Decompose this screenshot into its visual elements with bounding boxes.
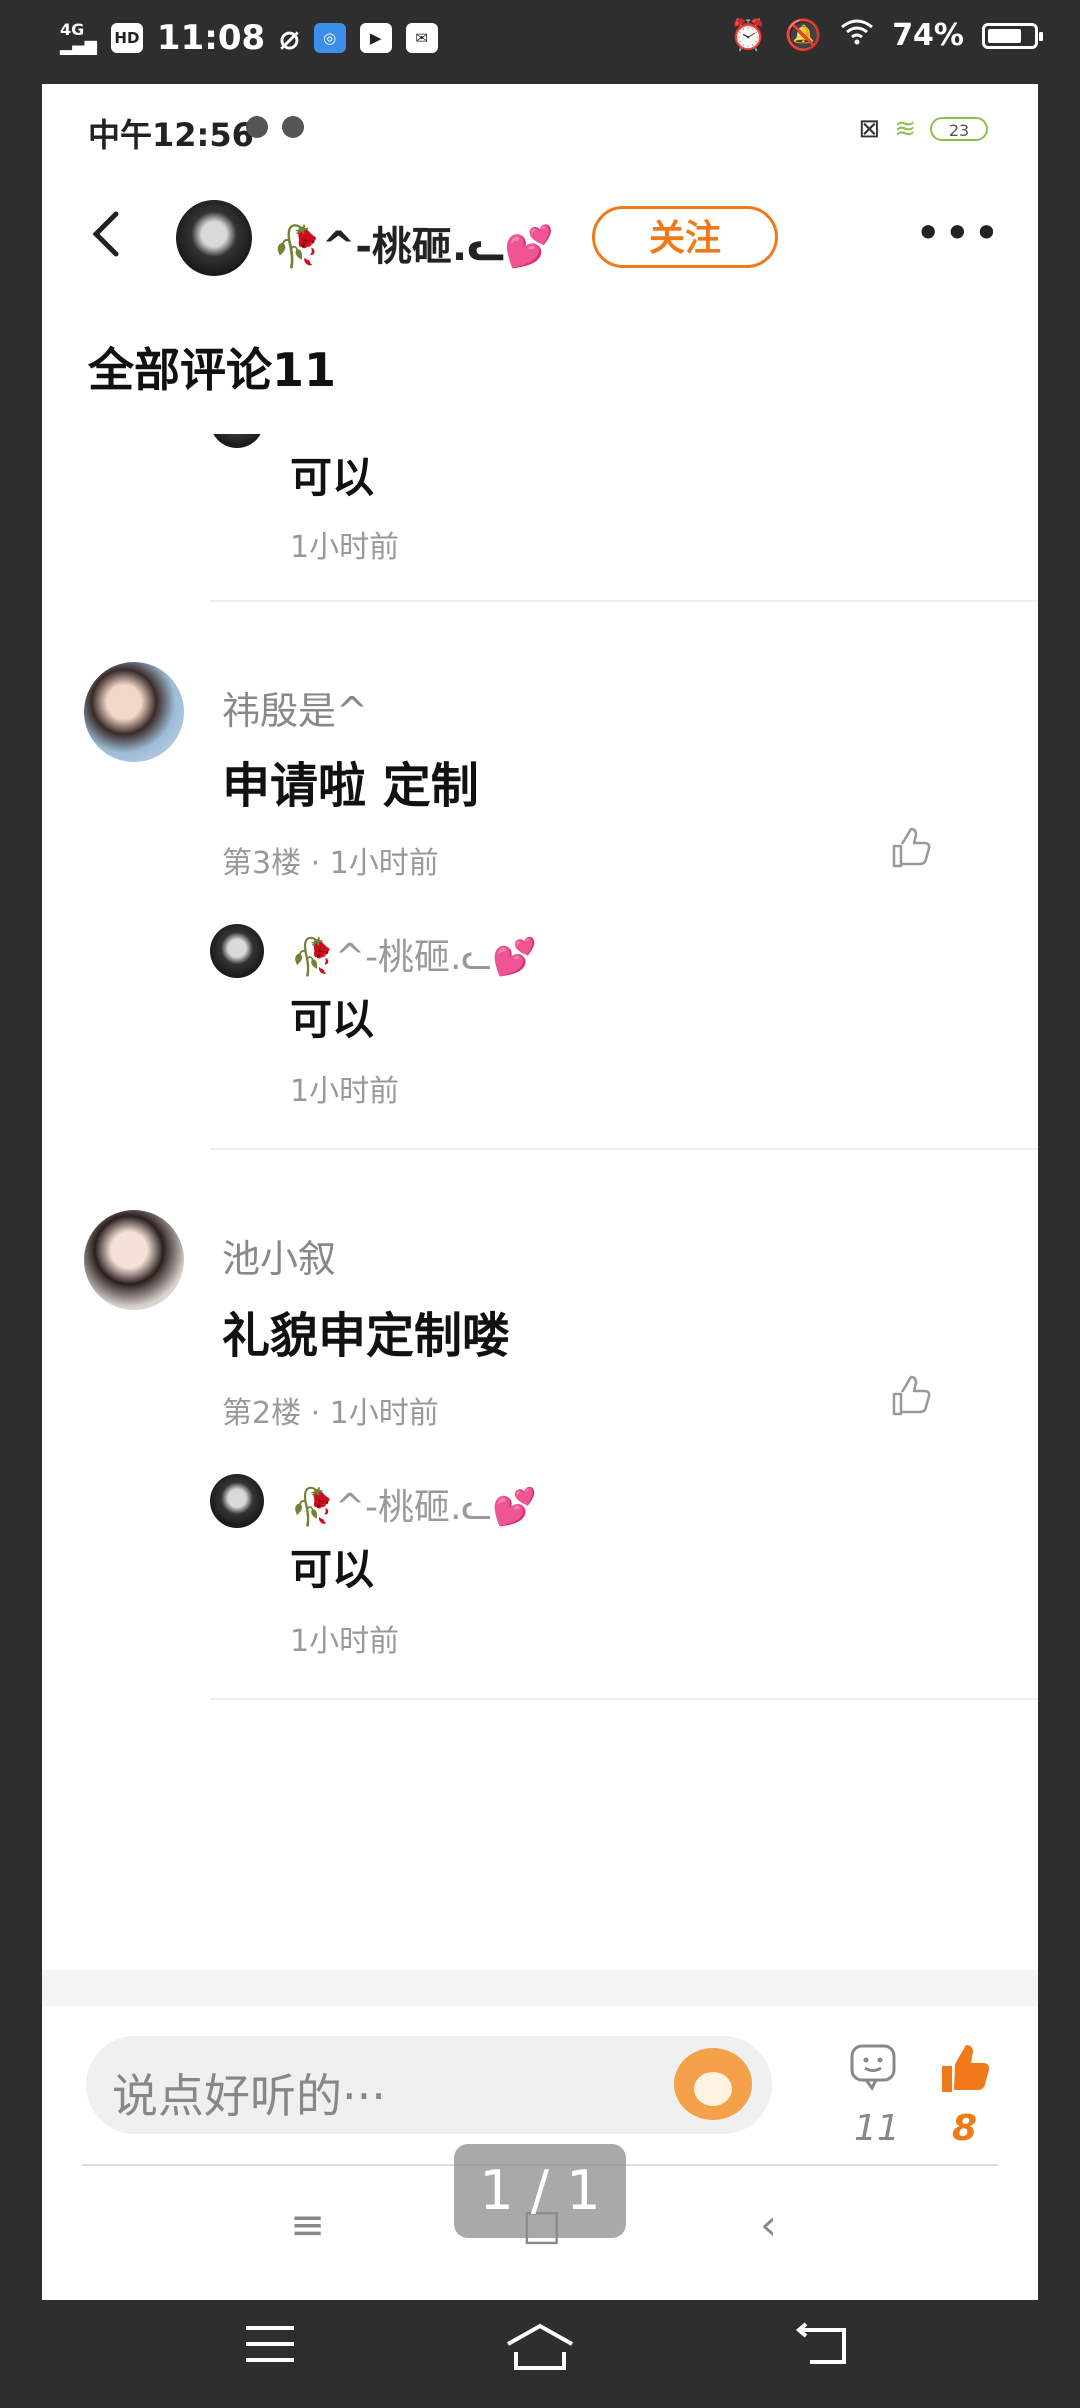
commenter-avatar[interactable]	[84, 662, 184, 762]
reply-author-name[interactable]: 🥀^-桃砸.ᓚ💕	[290, 1478, 537, 1530]
mail-icon: ✉	[405, 23, 438, 53]
reply-text: 可以	[290, 995, 375, 1044]
wifi-icon	[840, 18, 874, 53]
reply-avatar[interactable]	[210, 1474, 264, 1528]
comment-list[interactable]: 可以 1小时前 祎殷是^ 申请啦 定制 第3楼 · 1小时前 🥀^-桃砸.ᓚ💕 …	[42, 434, 1038, 2054]
reply-text: 可以	[290, 1545, 375, 1594]
reply-avatar[interactable]	[210, 924, 264, 978]
screenshot-status-bar: 中午12:56 ⊠ ≋ 23	[42, 84, 1038, 176]
reply-text: 可以	[290, 453, 375, 502]
comment-divider	[210, 1698, 1038, 1700]
menu-icon[interactable]: ≡	[290, 2200, 325, 2249]
page-indicator: 1 / 1	[454, 2144, 626, 2238]
battery-percent: 74%	[892, 18, 964, 53]
reply-time: 1小时前	[290, 530, 400, 565]
comment-text: 礼貌申定制喽	[222, 1308, 511, 1364]
app-notification-icon: ◎	[313, 23, 346, 53]
reply-author-name[interactable]: 🥀^-桃砸.ᓚ💕	[290, 928, 537, 980]
post-header: 🥀^-桃砸.ᓚ💕 关注 •••	[42, 184, 1038, 294]
battery-fill	[988, 28, 1021, 43]
screenshot-time: 中午12:56	[88, 116, 254, 154]
comment-icon[interactable]	[848, 2042, 898, 2092]
like-count: 8	[952, 2108, 978, 2149]
status-app-icon	[246, 116, 268, 138]
back-icon[interactable]	[796, 2322, 850, 2368]
wifi-icon: ≋	[894, 114, 916, 144]
comment-text: 申请啦 定制	[222, 758, 479, 814]
commenter-name[interactable]: 祎殷是^	[222, 680, 368, 735]
comment-divider	[210, 600, 1038, 602]
author-name[interactable]: 🥀^-桃砸.ᓚ💕	[272, 214, 554, 272]
commenter-name[interactable]: 池小叙	[222, 1228, 336, 1283]
battery-icon	[982, 22, 1043, 49]
comment-meta: 第2楼 · 1小时前	[222, 1396, 439, 1431]
mute-icon: 🔕	[784, 18, 823, 53]
more-options-button[interactable]: •••	[915, 210, 1002, 256]
like-icon[interactable]	[888, 826, 932, 870]
commenter-avatar[interactable]	[84, 1210, 184, 1310]
reply-time: 1小时前	[290, 1074, 400, 1109]
comments-title: 全部评论11	[88, 343, 337, 397]
play-icon: ▶	[359, 23, 392, 53]
reply-avatar[interactable]	[210, 434, 264, 448]
system-time: 11:08	[156, 18, 266, 58]
comment-count: 11	[854, 2108, 900, 2149]
thumbs-up-icon[interactable]	[938, 2042, 992, 2096]
section-separator	[42, 1970, 1038, 2006]
signal-icon: 4G ▂▄▆	[60, 20, 97, 55]
back-icon[interactable]: ‹	[760, 2200, 777, 2249]
comment-input-placeholder: 说点好听的···	[112, 2069, 386, 2123]
weibo-icon	[282, 116, 304, 138]
system-nav-bar	[0, 2300, 1080, 2408]
comment-meta: 第3楼 · 1小时前	[222, 846, 439, 881]
screenshot-battery: 23	[930, 117, 988, 141]
system-status-bar: 4G ▂▄▆ HD 11:08 ⌀ ◎ ▶ ✉ ⏰ 🔕 74%	[0, 0, 1080, 84]
menu-icon[interactable]	[244, 2322, 296, 2366]
emoji-mascot-icon[interactable]	[674, 2048, 752, 2120]
like-icon[interactable]	[888, 1374, 932, 1418]
alarm-icon: ⏰	[729, 18, 767, 53]
no-sim-icon: ⊠	[858, 114, 881, 144]
hd-badge: HD	[110, 23, 143, 53]
home-icon[interactable]	[504, 2322, 576, 2372]
comment-divider	[210, 1148, 1038, 1150]
follow-button[interactable]: 关注	[592, 206, 778, 268]
screenshot-card: 中午12:56 ⊠ ≋ 23 🥀^-桃砸.ᓚ💕 关注 ••• 全部评论11 可以…	[42, 84, 1038, 2300]
leaf-icon: ⌀	[279, 18, 300, 58]
comment-input[interactable]: 说点好听的···	[86, 2036, 772, 2134]
reply-time: 1小时前	[290, 1624, 400, 1659]
back-button[interactable]	[88, 210, 122, 267]
author-avatar[interactable]	[176, 200, 252, 276]
